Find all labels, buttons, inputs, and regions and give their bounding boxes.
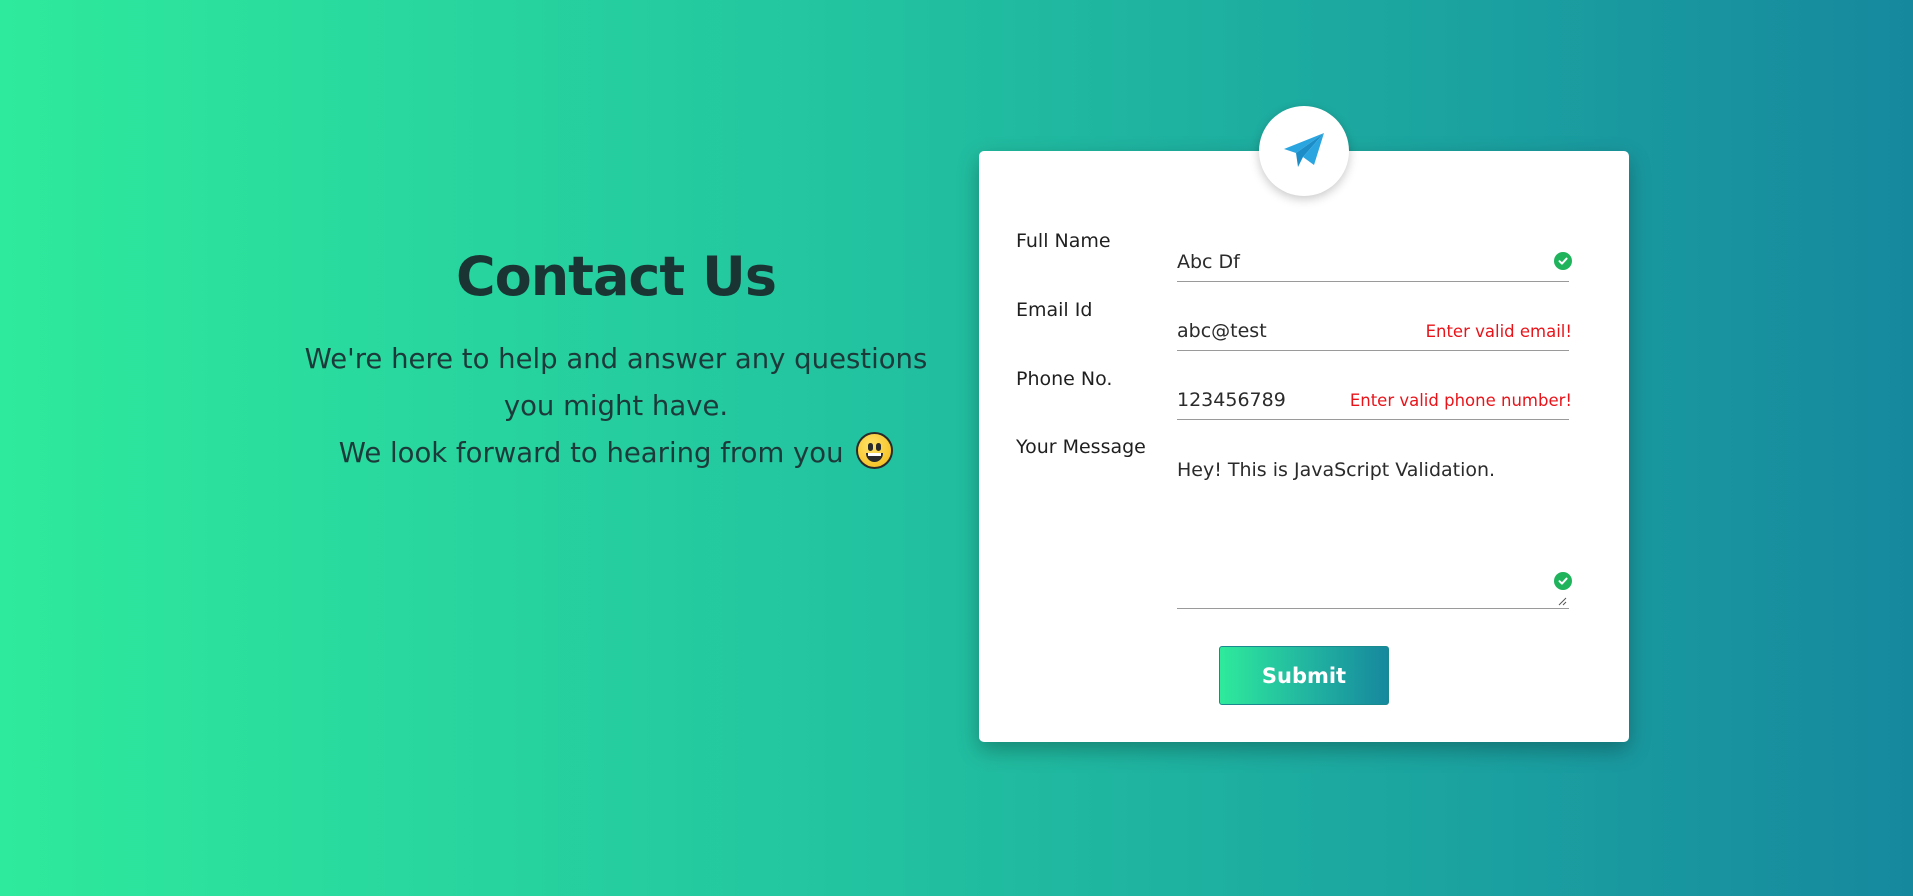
message-label: Your Message bbox=[1016, 436, 1146, 458]
phone-error-message: Enter valid phone number! bbox=[1349, 391, 1572, 410]
intro-section: Contact Us We're here to help and answer… bbox=[280, 245, 952, 477]
valid-check-icon bbox=[1554, 252, 1572, 270]
email-error-message: Enter valid email! bbox=[1425, 322, 1572, 341]
full-name-input[interactable] bbox=[1177, 243, 1569, 281]
message-textarea[interactable]: Hey! This is JavaScript Validation. bbox=[1177, 457, 1569, 607]
intro-line-3: We look forward to hearing from you bbox=[338, 437, 844, 469]
paper-plane-icon bbox=[1284, 133, 1324, 167]
intro-text: We're here to help and answer any questi… bbox=[280, 336, 952, 477]
contact-form-card: Full Name Email Id Enter valid email! Ph… bbox=[979, 151, 1629, 742]
phone-field-wrapper: Enter valid phone number! bbox=[1177, 381, 1572, 420]
intro-line-1: We're here to help and answer any questi… bbox=[304, 343, 928, 375]
full-name-field-wrapper bbox=[1177, 243, 1572, 282]
email-label: Email Id bbox=[1016, 299, 1093, 321]
page-title: Contact Us bbox=[455, 245, 777, 308]
resize-handle-icon[interactable] bbox=[1557, 596, 1567, 606]
message-field-wrapper: Hey! This is JavaScript Validation. bbox=[1177, 445, 1572, 609]
valid-check-icon bbox=[1554, 572, 1572, 590]
full-name-label: Full Name bbox=[1016, 230, 1111, 252]
grinning-face-icon bbox=[856, 432, 894, 469]
logo-badge bbox=[1259, 106, 1349, 196]
intro-line-2: you might have. bbox=[503, 390, 729, 422]
email-field-wrapper: Enter valid email! bbox=[1177, 312, 1572, 351]
phone-label: Phone No. bbox=[1016, 368, 1113, 390]
submit-button[interactable]: Submit bbox=[1219, 646, 1389, 705]
